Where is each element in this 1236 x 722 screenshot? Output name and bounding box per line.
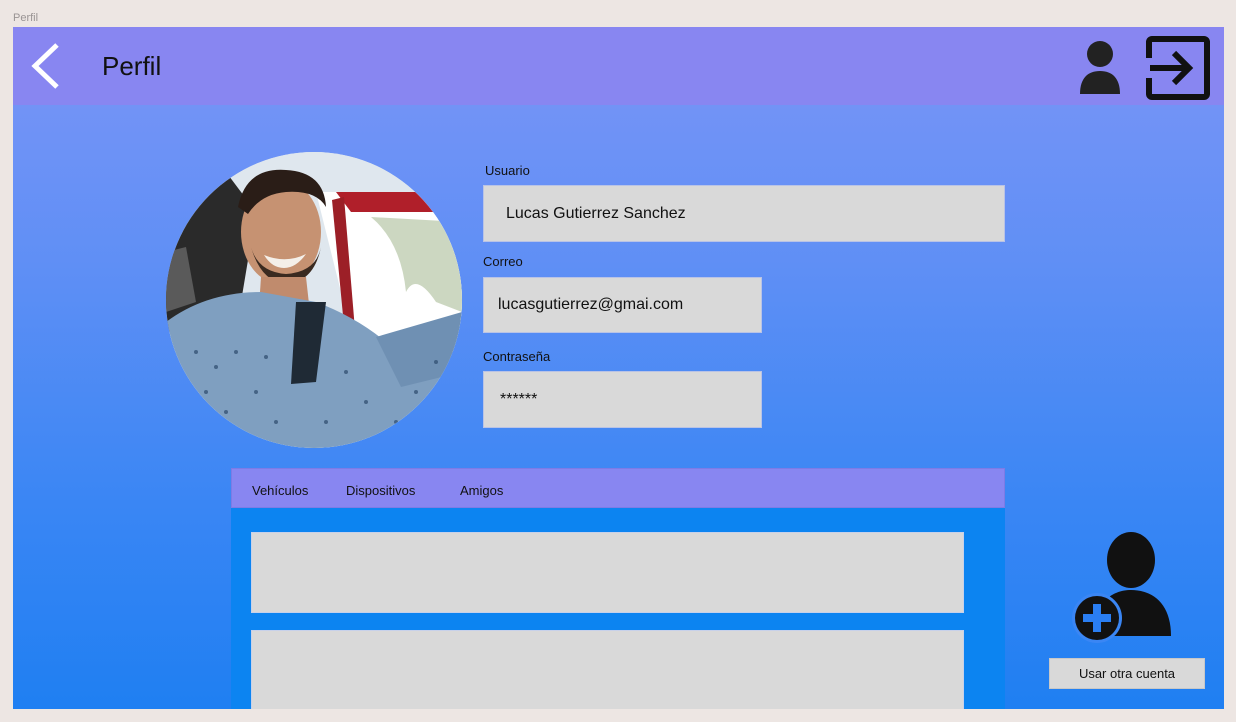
frame-label: Perfil <box>13 12 39 24</box>
tabs-panel: Vehículos Dispositivos Amigos <box>231 468 1005 709</box>
tab-vehiculos[interactable]: Vehículos <box>252 483 308 498</box>
back-button[interactable] <box>27 41 71 91</box>
username-field[interactable]: Lucas Gutierrez Sanchez <box>483 185 1005 242</box>
tab-bar: Vehículos Dispositivos Amigos <box>231 468 1005 508</box>
profile-photo <box>166 152 462 448</box>
add-account-button[interactable] <box>1071 530 1175 644</box>
email-field[interactable]: lucasgutierrez@gmai.com <box>483 277 762 333</box>
email-label: Correo <box>483 254 523 269</box>
switch-account-button[interactable]: Usar otra cuenta <box>1049 658 1205 689</box>
list-item[interactable] <box>251 630 964 709</box>
profile-screen: Perfil Usuario Lucas Gutierrez Sanchez C… <box>13 27 1224 709</box>
list-item[interactable] <box>251 532 964 613</box>
password-label: Contraseña <box>483 349 551 364</box>
profile-button[interactable] <box>1076 40 1124 96</box>
user-icon <box>1080 41 1120 94</box>
tab-dispositivos[interactable]: Dispositivos <box>346 483 415 498</box>
tab-amigos[interactable]: Amigos <box>460 483 503 498</box>
add-user-icon <box>1072 532 1171 643</box>
logout-button[interactable] <box>1146 36 1210 100</box>
page-title: Perfil <box>102 51 162 81</box>
password-field[interactable]: ****** <box>483 371 762 428</box>
top-bar: Perfil <box>13 27 1224 105</box>
username-label: Usuario <box>485 163 530 178</box>
chevron-left-icon <box>31 43 59 89</box>
logout-icon <box>1146 36 1210 100</box>
